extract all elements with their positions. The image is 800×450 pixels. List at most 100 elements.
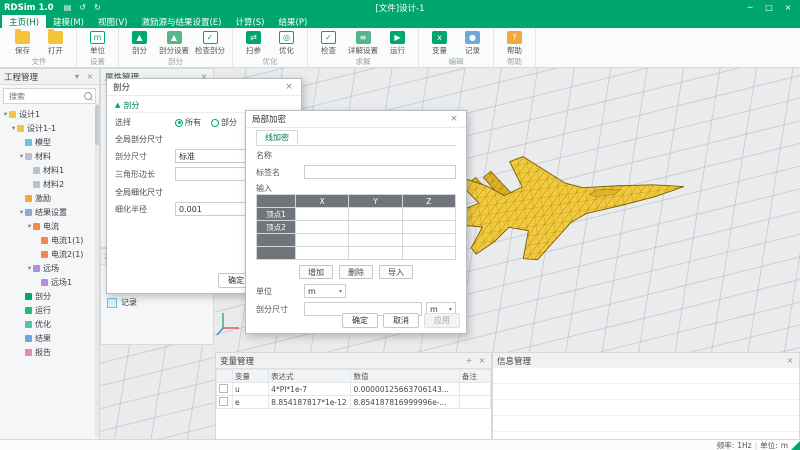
ribbon-button-optimize[interactable]: ◎优化: [271, 30, 302, 58]
delete-vertex-button[interactable]: 删除: [339, 265, 373, 279]
search-icon[interactable]: [84, 92, 92, 100]
column-header-变量[interactable]: 变量: [233, 370, 269, 383]
ribbon-button-sweep[interactable]: ⇄扫参: [238, 30, 269, 58]
close-button[interactable]: ×: [780, 3, 796, 12]
vertex-cell[interactable]: [349, 221, 402, 234]
column-header-数值[interactable]: 数值: [351, 370, 459, 383]
panel-pin-icon[interactable]: ▾: [72, 72, 82, 81]
vertex-cell[interactable]: [402, 247, 455, 260]
ribbon-button-help[interactable]: ?帮助: [499, 30, 530, 58]
ribbon-button-run[interactable]: ▶运行: [382, 30, 413, 58]
tree-caret-icon[interactable]: ▾: [18, 208, 25, 216]
ribbon-button-mesh-settings[interactable]: ▲剖分设置: [157, 30, 191, 58]
refine-cancel-button[interactable]: 取消: [383, 313, 419, 328]
tree-item[interactable]: ▾电流: [0, 219, 99, 233]
tree-item[interactable]: 激励: [0, 191, 99, 205]
row-checkbox[interactable]: [219, 384, 228, 393]
model-list-item[interactable]: 记录: [101, 295, 213, 310]
ribbon-button-save-folder[interactable]: 保存: [7, 30, 38, 58]
mesh-dialog-titlebar[interactable]: 剖分 ×: [107, 79, 301, 96]
refine-dialog-close-icon[interactable]: ×: [448, 114, 460, 124]
variable-row[interactable]: u4*PI*1e-70.00000125663706143...: [217, 383, 491, 396]
menu-tab-1[interactable]: 主页(H): [2, 15, 46, 28]
vertex-cell[interactable]: [349, 208, 402, 221]
variable-row[interactable]: e8.854187817*1e-128.854187816999996e-...: [217, 396, 491, 409]
row-checkbox[interactable]: [219, 397, 228, 406]
vertex-cell[interactable]: [402, 234, 455, 247]
tree-item[interactable]: 材料1: [0, 163, 99, 177]
ribbon-button-open-folder[interactable]: 打开: [40, 30, 71, 58]
variables-table[interactable]: 变量表达式数值备注u4*PI*1e-70.00000125663706143..…: [216, 369, 491, 409]
redo-icon[interactable]: ↻: [92, 3, 104, 12]
tree-item[interactable]: 运行: [0, 303, 99, 317]
import-vertex-button[interactable]: 导入: [379, 265, 413, 279]
vertex-cell[interactable]: [349, 247, 402, 260]
variables-close-icon[interactable]: ×: [477, 356, 487, 365]
vertex-cell[interactable]: [402, 208, 455, 221]
menu-tab-3[interactable]: 视图(V): [91, 15, 134, 28]
tree-caret-icon[interactable]: ▾: [26, 222, 33, 230]
refine-ok-button[interactable]: 确定: [342, 313, 378, 328]
tag-name-input[interactable]: [304, 165, 456, 179]
ribbon-button-mesh[interactable]: ▲剖分: [124, 30, 155, 58]
menu-tab-4[interactable]: 激励源与结果设置(E): [134, 15, 228, 28]
radio-all[interactable]: 所有: [175, 117, 201, 128]
tree-caret-icon[interactable]: ▾: [26, 264, 33, 272]
tab-line-refine[interactable]: 线加密: [256, 130, 298, 145]
vertex-cell[interactable]: [349, 234, 402, 247]
ribbon-button-record[interactable]: ●记录: [457, 30, 488, 58]
panel-close-icon[interactable]: ×: [85, 72, 95, 81]
tree-item[interactable]: ▾设计1-1: [0, 121, 99, 135]
column-header-备注[interactable]: 备注: [459, 370, 490, 383]
vertex-table[interactable]: XYZ顶点1顶点2: [256, 194, 456, 260]
unit-label: 单位:: [760, 440, 778, 450]
ribbon-button-units[interactable]: m单位: [82, 30, 113, 58]
tree-item[interactable]: 结果: [0, 331, 99, 345]
mesh-dialog-close-icon[interactable]: ×: [283, 82, 295, 92]
radio-partial[interactable]: 部分: [211, 117, 237, 128]
tree-caret-icon[interactable]: ▾: [18, 152, 25, 160]
save-icon[interactable]: ▤: [62, 3, 74, 12]
add-variable-icon[interactable]: +: [464, 356, 474, 365]
tree-item[interactable]: 材料2: [0, 177, 99, 191]
mat-icon: [25, 153, 32, 160]
unit-select[interactable]: m ▾: [304, 284, 346, 298]
tree-item[interactable]: ▾结果设置: [0, 205, 99, 219]
tree-item[interactable]: 电流2(1): [0, 247, 99, 261]
menu-tab-6[interactable]: 结果(P): [272, 15, 315, 28]
tree-item[interactable]: 报告: [0, 345, 99, 359]
search-input[interactable]: [7, 91, 82, 102]
add-vertex-button[interactable]: 增加: [299, 265, 333, 279]
maximize-button[interactable]: □: [761, 3, 777, 12]
tree-item[interactable]: ▾远场: [0, 261, 99, 275]
tree-caret-icon[interactable]: ▾: [10, 124, 17, 132]
resize-grip[interactable]: [791, 441, 800, 450]
tree-item[interactable]: ▾设计1: [0, 107, 99, 121]
ribbon-button-solve-settings[interactable]: ≡详解设置: [346, 30, 380, 58]
ribbon-button-variables[interactable]: x变量: [424, 30, 455, 58]
refine-dialog-titlebar[interactable]: 局部加密 ×: [246, 111, 466, 128]
menu-tab-5[interactable]: 计算(S): [228, 15, 271, 28]
ribbon-button-label: 剖分设置: [159, 45, 189, 56]
menu-tab-2[interactable]: 建模(M): [46, 15, 91, 28]
tree-item[interactable]: 剖分: [0, 289, 99, 303]
tree-scrollbar[interactable]: [95, 103, 99, 437]
vertex-cell[interactable]: [296, 208, 349, 221]
info-close-icon[interactable]: ×: [785, 356, 795, 365]
undo-icon[interactable]: ↺: [77, 3, 89, 12]
tree-item[interactable]: 远场1: [0, 275, 99, 289]
ribbon-button-check[interactable]: ✓检查: [313, 30, 344, 58]
tree-item[interactable]: ▾材料: [0, 149, 99, 163]
vertex-cell[interactable]: [402, 221, 455, 234]
vertex-cell[interactable]: [296, 221, 349, 234]
tree-item[interactable]: 优化: [0, 317, 99, 331]
tree-caret-icon[interactable]: ▾: [2, 110, 9, 118]
ribbon-button-mesh-check[interactable]: ✓检查剖分: [193, 30, 227, 58]
vertex-cell[interactable]: [296, 234, 349, 247]
vertex-cell[interactable]: [296, 247, 349, 260]
column-header-表达式[interactable]: 表达式: [269, 370, 351, 383]
tree-item[interactable]: 模型: [0, 135, 99, 149]
tree-item[interactable]: 电流1(1): [0, 233, 99, 247]
refine-apply-button[interactable]: 应用: [424, 313, 460, 328]
minimize-button[interactable]: ─: [742, 3, 758, 12]
